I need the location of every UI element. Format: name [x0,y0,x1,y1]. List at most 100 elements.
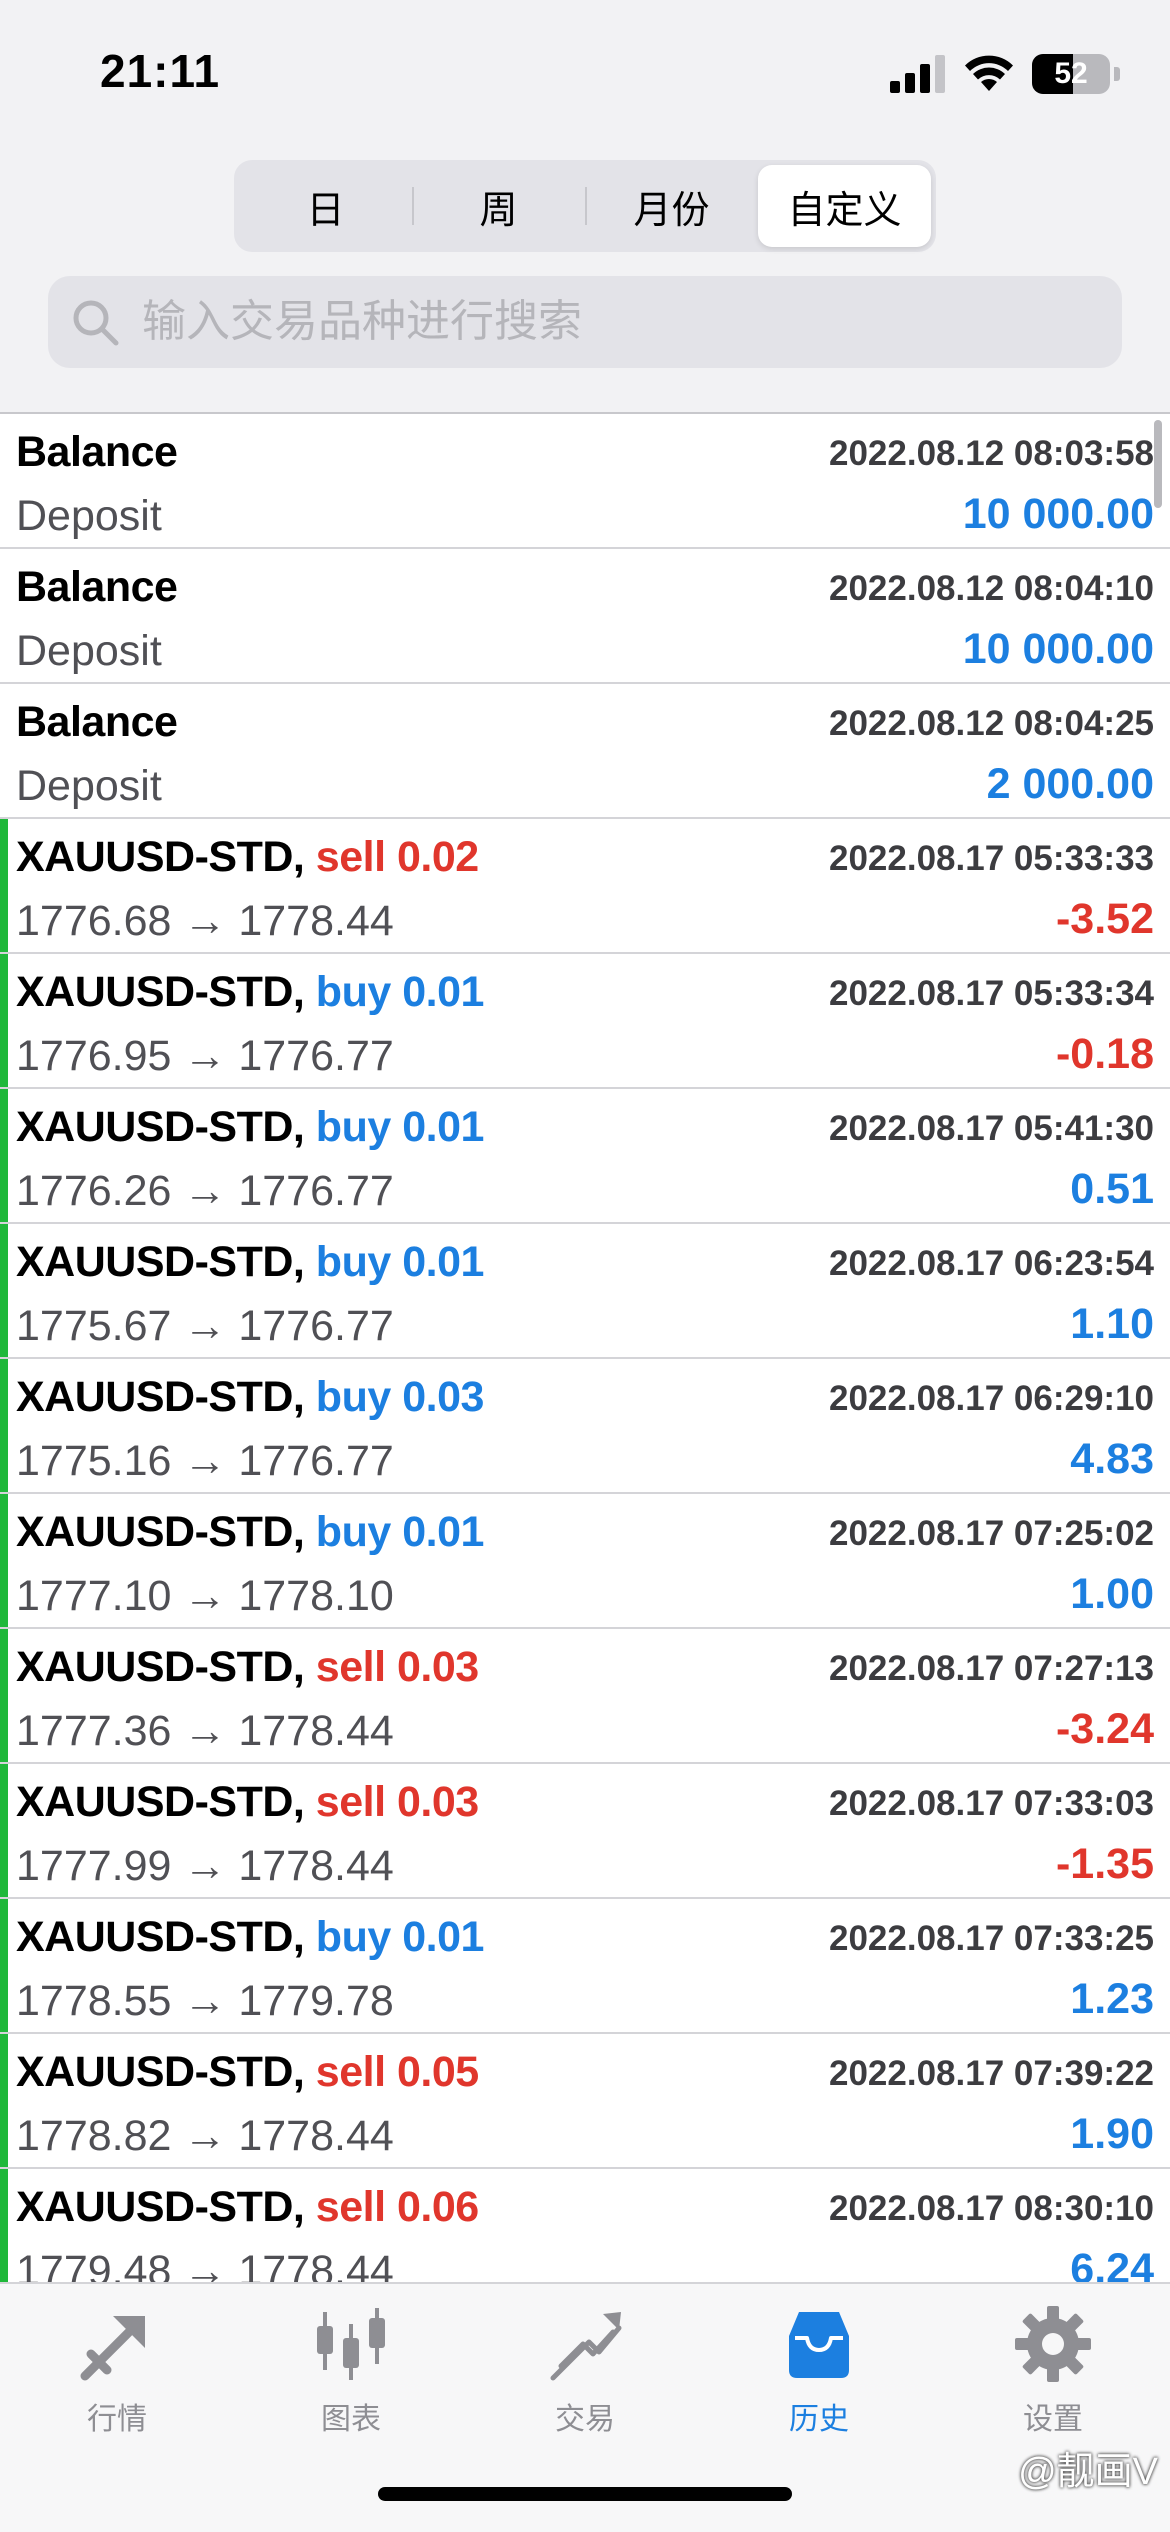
trade-row[interactable]: XAUUSD-STD, buy 0.01 1778.55 → 1779.78 202… [0,1899,1170,2034]
trade-row[interactable]: XAUUSD-STD, sell 0.03 1777.99 → 1778.44 20… [0,1764,1170,1899]
tab-chart[interactable]: 图表 [234,2304,468,2454]
arrow-icon: → [183,1977,227,2025]
open-price: 1778.82 [16,2112,172,2160]
close-price: 1778.44 [238,897,394,945]
trade-symbol-line: XAUUSD-STD, buy 0.01 [16,1508,484,1557]
trade-row[interactable]: XAUUSD-STD, buy 0.01 1776.95 → 1776.77 202… [0,954,1170,1089]
trade-symbol-line: XAUUSD-STD, buy 0.01 [16,1913,484,1962]
close-price: 1776.77 [238,1437,394,1485]
close-price: 1776.77 [238,1032,394,1080]
battery-level: 52 [1054,57,1088,90]
trade-row[interactable]: XAUUSD-STD, buy 0.03 1775.16 → 1776.77 202… [0,1359,1170,1494]
tab-label: 行情 [87,2403,147,2436]
row-amount: -0.18 [1055,1030,1154,1078]
arrow-icon: → [183,1842,227,1890]
row-title: Balance [16,698,178,746]
search-input[interactable] [142,297,1122,347]
status-indicators: 52 [890,50,1120,98]
trade-icon [550,2312,622,2381]
trade-side: sell [315,2183,386,2231]
search-bar[interactable] [48,276,1122,368]
price-line: 1779.48 → 1778.44 [16,2247,394,2282]
row-amount: -3.24 [1055,1705,1154,1753]
close-price: 1779.78 [238,1977,394,2025]
price-line: 1778.55 → 1779.78 [16,1977,394,2026]
symbol: XAUUSD-STD, [16,1913,305,1961]
open-price: 1778.55 [16,1977,172,2025]
history-list[interactable]: Balance Deposit 2022.08.12 08:03:58 10 000.… [0,412,1170,2282]
row-time: 2022.08.17 07:33:03 [829,1784,1154,1823]
tab-quotes[interactable]: 行情 [0,2304,234,2454]
arrow-icon: → [183,2247,227,2282]
trade-row[interactable]: XAUUSD-STD, sell 0.06 1779.48 → 1778.44 20… [0,2169,1170,2282]
tab-settings[interactable]: 设置 [936,2304,1170,2454]
segment-week[interactable]: 周 [412,165,585,247]
tab-label: 图表 [321,2403,381,2436]
history-icon [789,2312,849,2378]
trade-row[interactable]: XAUUSD-STD, sell 0.03 1777.36 → 1778.44 20… [0,1629,1170,1764]
tab-label: 设置 [1023,2403,1083,2436]
price-line: 1777.10 → 1778.10 [16,1572,394,1621]
tab-label: 交易 [555,2403,615,2436]
trade-side: sell [315,2048,386,2096]
trade-side: buy [315,1913,391,1961]
row-amount: 10 000.00 [962,625,1154,673]
symbol: XAUUSD-STD, [16,1508,305,1556]
row-amount: 6.24 [1070,2245,1154,2282]
trade-row[interactable]: XAUUSD-STD, buy 0.01 1777.10 → 1778.10 202… [0,1494,1170,1629]
trade-side: sell [315,833,386,881]
arrow-icon: → [183,1437,227,1485]
segment-custom[interactable]: 自定义 [758,165,931,247]
row-amount: 1.10 [1070,1300,1154,1348]
balance-row[interactable]: Balance Deposit 2022.08.12 08:04:10 10 000.… [0,549,1170,684]
trade-row[interactable]: XAUUSD-STD, sell 0.02 1776.68 → 1778.44 20… [0,819,1170,954]
trade-side: sell [315,1778,386,1826]
scrollbar[interactable] [1154,420,1162,508]
row-subtitle: Deposit [16,627,162,675]
trade-volume: 0.01 [402,1238,484,1286]
top-area: 21:11 52 日 周 月份 自定义 输入交易品种进行搜索 [0,0,1170,412]
arrow-icon: → [183,1572,227,1620]
arrow-icon: → [183,2112,227,2160]
open-price: 1777.36 [16,1707,172,1755]
tab-trade[interactable]: 交易 [468,2304,702,2454]
trade-symbol-line: XAUUSD-STD, sell 0.02 [16,833,479,882]
arrow-icon: → [183,1032,227,1080]
open-price: 1779.48 [16,2247,172,2282]
status-time: 21:11 [100,45,221,97]
trade-row[interactable]: XAUUSD-STD, buy 0.01 1775.67 → 1776.77 202… [0,1224,1170,1359]
trade-volume: 0.01 [402,1508,484,1556]
trade-side: buy [315,968,391,1016]
row-amount: 2 000.00 [986,760,1154,808]
balance-row[interactable]: Balance Deposit 2022.08.12 08:03:58 10 000.… [0,414,1170,549]
row-amount: 1.90 [1070,2110,1154,2158]
trade-side: buy [315,1103,391,1151]
row-amount: -3.52 [1055,895,1154,943]
symbol: XAUUSD-STD, [16,833,305,881]
trade-side: buy [315,1238,391,1286]
trade-volume: 0.06 [396,2183,479,2231]
row-time: 2022.08.17 08:30:10 [829,2189,1154,2228]
row-time: 2022.08.12 08:04:25 [829,704,1154,743]
segment-month[interactable]: 月份 [585,165,758,247]
chart-icon [317,2308,385,2380]
close-price: 1778.10 [238,1572,394,1620]
trade-row[interactable]: XAUUSD-STD, sell 0.05 1778.82 → 1778.44 20… [0,2034,1170,2169]
price-line: 1775.16 → 1776.77 [16,1437,394,1486]
row-time: 2022.08.17 06:23:54 [829,1244,1154,1283]
row-amount: 1.00 [1070,1570,1154,1618]
balance-row[interactable]: Balance Deposit 2022.08.12 08:04:25 2 000.0… [0,684,1170,819]
quotes-icon [80,2316,145,2381]
price-line: 1778.82 → 1778.44 [16,2112,394,2161]
open-price: 1777.99 [16,1842,172,1890]
arrow-icon: → [183,1302,227,1350]
trade-row[interactable]: XAUUSD-STD, buy 0.01 1776.26 → 1776.77 202… [0,1089,1170,1224]
tab-history[interactable]: 历史 [702,2304,936,2454]
row-time: 2022.08.12 08:03:58 [829,434,1154,473]
row-time: 2022.08.17 07:33:25 [829,1919,1154,1958]
row-time: 2022.08.17 07:27:13 [829,1649,1154,1688]
trade-volume: 0.03 [396,1778,479,1826]
trade-side: buy [315,1373,391,1421]
row-time: 2022.08.17 05:33:33 [829,839,1154,878]
segment-day[interactable]: 日 [239,165,412,247]
